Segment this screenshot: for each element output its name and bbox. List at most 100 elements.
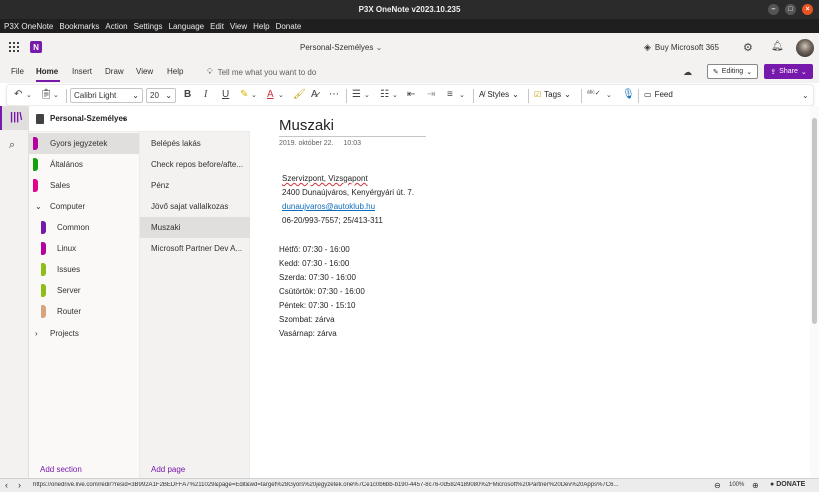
highlight-dropdown-icon[interactable]: ⌄ <box>251 91 257 99</box>
tab-draw[interactable]: Draw <box>105 67 124 76</box>
page-item[interactable]: Belépés lakás <box>140 133 250 154</box>
bold-icon[interactable]: B <box>184 89 191 100</box>
font-color-dropdown-icon[interactable]: ⌄ <box>278 91 284 99</box>
minimize-button[interactable]: – <box>768 4 779 15</box>
add-page-button[interactable]: Add page <box>151 465 185 474</box>
search-icon[interactable]: ⌕ <box>9 139 15 152</box>
menu-action[interactable]: Action <box>105 22 127 31</box>
menu-bookmarks[interactable]: Bookmarks <box>59 22 99 31</box>
app-launcher-icon[interactable] <box>9 42 19 52</box>
add-section-button[interactable]: Add section <box>40 465 82 474</box>
tab-file[interactable]: File <box>11 67 24 76</box>
note-hours-line[interactable]: Kedd: 07:30 - 16:00 <box>279 259 349 268</box>
font-size-select[interactable]: 20 ⌄ <box>146 88 176 103</box>
clipboard-dropdown-icon[interactable]: ⌄ <box>53 91 59 99</box>
editing-mode-button[interactable]: ✎ Editing ⌄ <box>707 64 758 79</box>
maximize-button[interactable]: □ <box>785 4 796 15</box>
left-rail: |||\ ⌕ <box>0 106 29 478</box>
page-item[interactable]: Jövő sajat vallalkozas <box>140 196 250 217</box>
note-address-line[interactable]: 2400 Dunaújváros, Kenyérgyári út. 7. <box>282 188 414 197</box>
gear-icon[interactable]: ⚙ <box>743 41 753 54</box>
more-options-icon[interactable]: ⋯ <box>329 89 339 100</box>
avatar[interactable] <box>796 39 814 57</box>
zoom-in-icon[interactable]: ⊕ <box>752 481 759 490</box>
decrease-indent-icon[interactable]: ⇤ <box>407 89 415 100</box>
increase-indent-icon[interactable]: ⇥ <box>427 89 435 100</box>
clear-formatting-icon[interactable]: A̷ <box>311 89 318 100</box>
page-title[interactable]: Muszaki <box>279 117 334 134</box>
tab-view[interactable]: View <box>136 67 153 76</box>
tab-insert[interactable]: Insert <box>72 67 92 76</box>
numbering-icon[interactable]: ☷ <box>380 89 389 100</box>
menu-settings[interactable]: Settings <box>134 22 163 31</box>
page-item[interactable]: Pénz <box>140 175 250 196</box>
page-item-selected[interactable]: Muszaki <box>140 217 250 238</box>
close-button[interactable]: × <box>802 4 813 15</box>
section-group-projects[interactable]: › Projects <box>29 323 139 344</box>
font-name-select[interactable]: Calibri Light ⌄ <box>70 88 143 103</box>
bell-icon[interactable]: 🔔︎ <box>771 41 784 52</box>
note-hours-line[interactable]: Csütörtök: 07:30 - 16:00 <box>279 287 365 296</box>
cloud-sync-icon[interactable]: ☁ <box>683 67 692 78</box>
buy-microsoft-365-button[interactable]: ◈ Buy Microsoft 365 <box>644 42 719 53</box>
bullets-dropdown-icon[interactable]: ⌄ <box>364 91 370 99</box>
section-item-issues[interactable]: Issues <box>29 259 139 280</box>
section-item-router[interactable]: Router <box>29 301 139 322</box>
share-button[interactable]: ⇪ Share ⌄ <box>764 64 813 79</box>
section-item-linux[interactable]: Linux <box>29 238 139 259</box>
note-phone-line[interactable]: 06-20/993-7557; 25/413-311 <box>282 216 383 225</box>
underline-icon[interactable]: U <box>222 89 229 100</box>
note-hours-line[interactable]: Vasárnap: zárva <box>279 329 337 338</box>
page-item[interactable]: Microsoft Partner Dev A... <box>140 238 250 259</box>
numbering-dropdown-icon[interactable]: ⌄ <box>392 91 398 99</box>
tell-me-search[interactable]: 💡︎ Tell me what you want to do <box>207 67 316 77</box>
note-hours-line[interactable]: Szombat: zárva <box>279 315 335 324</box>
menu-view[interactable]: View <box>230 22 247 31</box>
note-email-link[interactable]: dunaujvaros@autoklub.hu <box>282 202 375 211</box>
donate-button[interactable]: ● DONATE <box>770 481 805 488</box>
menu-help[interactable]: Help <box>253 22 269 31</box>
section-item-common[interactable]: Common <box>29 217 139 238</box>
tags-button[interactable]: ☑ Tags ⌄ <box>534 90 571 99</box>
dictate-icon[interactable]: 🎙︎ <box>622 89 635 100</box>
expand-ribbon-icon[interactable]: ⌄ <box>802 91 809 100</box>
notebook-selector[interactable]: Personal-Személyes ⌄ <box>29 106 250 132</box>
section-item-gyors-jegyzetek[interactable]: Gyors jegyzetek <box>29 133 139 154</box>
section-item-altalanos[interactable]: Általános <box>29 154 139 175</box>
back-icon[interactable]: ‹ <box>5 480 8 490</box>
forward-icon[interactable]: › <box>18 480 21 490</box>
menu-donate[interactable]: Donate <box>276 22 302 31</box>
spelling-icon[interactable]: ᵃᵇᶜ✓ <box>587 89 601 97</box>
notebooks-rail-item[interactable]: |||\ <box>0 106 29 130</box>
highlight-icon[interactable]: ✎ <box>240 89 248 100</box>
note-hours-line[interactable]: Péntek: 07:30 - 15:10 <box>279 301 356 310</box>
page-item[interactable]: Check repos before/afte... <box>140 154 250 175</box>
zoom-out-icon[interactable]: ⊖ <box>714 481 721 490</box>
undo-dropdown-icon[interactable]: ⌄ <box>26 91 32 99</box>
section-item-sales[interactable]: Sales <box>29 175 139 196</box>
styles-button[interactable]: A̸ Styles ⌄ <box>479 90 519 99</box>
spelling-dropdown-icon[interactable]: ⌄ <box>606 91 612 99</box>
note-hours-line[interactable]: Szerda: 07:30 - 16:00 <box>279 273 356 282</box>
menu-edit[interactable]: Edit <box>210 22 224 31</box>
menu-language[interactable]: Language <box>169 22 205 31</box>
font-color-icon[interactable]: A <box>267 89 274 100</box>
italic-icon[interactable]: I <box>204 89 207 100</box>
note-hours-line[interactable]: Hétfő: 07:30 - 16:00 <box>279 245 350 254</box>
tab-home[interactable]: Home <box>36 67 58 76</box>
section-group-computer[interactable]: ⌄ Computer <box>29 196 139 217</box>
align-icon[interactable]: ≡ <box>447 89 453 100</box>
align-dropdown-icon[interactable]: ⌄ <box>459 91 465 99</box>
format-painter-icon[interactable]: 🖌︎ <box>293 89 306 100</box>
note-address-line[interactable]: Szervizpont, Vizsgapont <box>282 174 368 183</box>
clipboard-icon[interactable]: 📋︎ <box>40 89 53 100</box>
bullets-icon[interactable]: ☰ <box>352 89 361 100</box>
tab-help[interactable]: Help <box>167 67 183 76</box>
section-item-server[interactable]: Server <box>29 280 139 301</box>
feed-button[interactable]: ▭ Feed <box>644 90 673 99</box>
notebook-title-dropdown[interactable]: Personal-Személyes ⌄ <box>300 43 382 52</box>
undo-icon[interactable]: ↶ <box>14 89 22 100</box>
section-label: Router <box>57 307 82 316</box>
scrollbar-thumb[interactable] <box>812 118 817 324</box>
menu-p3x-onenote[interactable]: P3X OneNote <box>4 22 53 31</box>
